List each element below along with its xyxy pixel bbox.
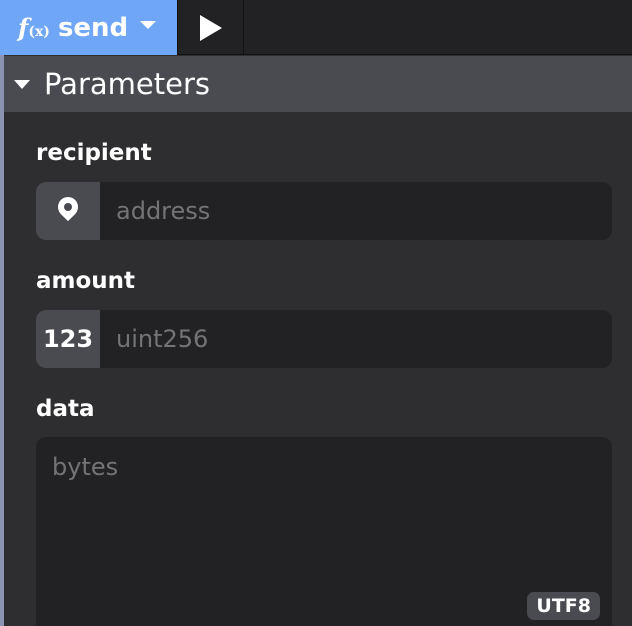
toolbar: f(x) send [0, 0, 632, 55]
function-selector[interactable]: f(x) send [0, 0, 178, 55]
chevron-down-icon [140, 20, 157, 29]
recipient-placeholder: address [116, 197, 211, 225]
data-placeholder: bytes [52, 453, 119, 481]
param-label-recipient: recipient [36, 140, 152, 166]
amount-prefix: 123 [36, 310, 100, 368]
data-textarea[interactable]: bytes UTF8 [36, 437, 612, 626]
section-title: Parameters [44, 67, 210, 101]
encoding-toggle[interactable]: UTF8 [527, 592, 600, 620]
play-icon [199, 14, 222, 41]
param-label-data: data [36, 396, 95, 422]
function-panel: f(x) send Parameters recipient address a… [0, 0, 632, 626]
function-icon: f(x) [18, 13, 50, 42]
location-pin-icon [53, 192, 83, 225]
param-label-amount: amount [36, 268, 136, 294]
function-name: send [57, 12, 129, 43]
recipient-prefix [36, 182, 100, 240]
triangle-down-icon [14, 79, 30, 89]
amount-placeholder: uint256 [116, 325, 209, 353]
recipient-input[interactable]: address [36, 182, 612, 240]
run-button[interactable] [178, 0, 244, 55]
amount-input[interactable]: 123 uint256 [36, 310, 612, 368]
parameters-header[interactable]: Parameters [4, 56, 632, 112]
